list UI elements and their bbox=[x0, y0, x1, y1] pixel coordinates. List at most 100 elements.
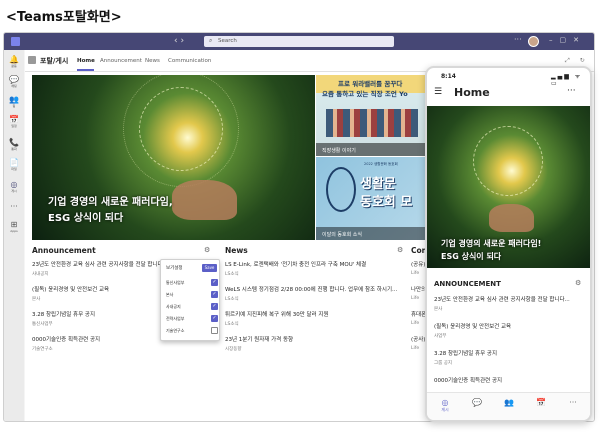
gear-icon[interactable]: ⚙ bbox=[575, 279, 581, 287]
item-title: WeLS 시스템 정기점검 2/28 00:00에 진행 합니다. 업무에 참조… bbox=[225, 287, 398, 293]
list-item[interactable]: 0000기술인증 획득관련 공지 bbox=[434, 376, 584, 387]
nav-portal[interactable]: ◎ 게시 bbox=[435, 398, 455, 413]
chat-icon[interactable]: 💬 bbox=[467, 398, 487, 407]
more-icon[interactable]: ··· bbox=[563, 398, 583, 407]
item-meta: LS소식 bbox=[225, 297, 239, 302]
list-item[interactable]: 3.28 창립기념일 휴무 공지그룹 공지 bbox=[434, 349, 584, 366]
rail-item-Apps[interactable]: ⊞ Apps bbox=[4, 220, 24, 233]
side-banner-club[interactable]: 2022 생활문화 동호회 생활문 동호회 모 이달의 동호회 소식 bbox=[316, 157, 428, 240]
people-illustration bbox=[326, 109, 418, 137]
filter-option-label: 사내공지 bbox=[166, 304, 181, 309]
filter-option[interactable]: 사내공지 ✓ bbox=[166, 303, 218, 310]
item-title: 3.28 창립기념일 휴무 공지 bbox=[434, 351, 498, 357]
phone-bottom-nav: ◎ 게시 💬 👥 📅 ··· bbox=[427, 392, 590, 420]
phone-title: Home bbox=[454, 86, 490, 99]
phone-header: ☰ Home ··· bbox=[427, 84, 590, 104]
rail-item-파일[interactable]: 📄 파일 bbox=[4, 158, 24, 171]
rail-item-label: 팀 bbox=[12, 104, 16, 108]
save-button[interactable]: Save bbox=[202, 264, 217, 272]
item-meta: 그룹 공지 bbox=[434, 361, 452, 366]
rail-item-채팅[interactable]: 💬 채팅 bbox=[4, 75, 24, 88]
side-banner-big1: 생활문 bbox=[360, 177, 396, 192]
phone-hero-line1: 기업 경영의 새로운 패러다임! bbox=[441, 239, 542, 248]
checkbox[interactable]: ✓ bbox=[211, 291, 218, 298]
bell-icon: 🔔 bbox=[9, 55, 19, 64]
tab-news[interactable]: News bbox=[145, 58, 160, 64]
nav-portal-label: 게시 bbox=[441, 407, 449, 412]
side-banner-big2: 동호회 모 bbox=[360, 195, 413, 210]
phone-status-bar: 8:14 ▂▄▆ ᯤ ▭ bbox=[427, 68, 590, 87]
teams-icon[interactable]: 👥 bbox=[499, 398, 519, 407]
list-item[interactable]: (필독) 윤리경영 및 안전보건 교육사업부 bbox=[434, 322, 584, 339]
rail-item-활동[interactable]: 🔔 활동 bbox=[4, 55, 24, 68]
item-title: 튀르키예 지진피해 복구 위해 30만 달러 지원 bbox=[225, 312, 329, 318]
list-item[interactable]: WeLS 시스템 정기점검 2/28 00:00에 진행 합니다. 업무에 참조… bbox=[225, 285, 410, 302]
rail-item-label: 파일 bbox=[11, 167, 17, 171]
item-meta: 사업부 bbox=[434, 334, 447, 339]
rail-item-일정[interactable]: 📅 일정 bbox=[4, 115, 24, 128]
rail-item-label: 게시 bbox=[11, 189, 17, 193]
side-banner-caption: 이달의 동호회 소식 bbox=[316, 227, 428, 240]
list-item[interactable]: 23년도 안전환경 교육 심사 관련 공지사항을 전달 합니다... 본사 bbox=[434, 295, 584, 312]
phone-icon: 📞 bbox=[9, 138, 19, 147]
tab-communication[interactable]: Communication bbox=[168, 58, 211, 64]
checkbox[interactable] bbox=[211, 327, 218, 334]
news-card: News ⚙ LS E-Link, 로젠택배와 '전기차 충전 인프라 구축 M… bbox=[225, 246, 410, 406]
list-item[interactable]: 튀르키예 지진피해 복구 위해 30만 달러 지원 LS소식 bbox=[225, 310, 410, 327]
search-placeholder: Search bbox=[218, 38, 237, 44]
rail-item-게시[interactable]: ◎ 게시 bbox=[4, 180, 24, 193]
filter-option[interactable]: 통신사업부 ✓ bbox=[166, 279, 218, 286]
side-banner-worklife[interactable]: 프로 워라밸러를 꿈꾸다 요즘 통하고 있는 직장 조언 Yo 직장생활 이야기 bbox=[316, 75, 428, 156]
phone-announcement-heading: ANNOUNCEMENT bbox=[434, 280, 501, 288]
rail-item-more-icon[interactable]: ··· bbox=[4, 202, 24, 211]
tab-home[interactable]: Home bbox=[77, 58, 95, 64]
avatar[interactable] bbox=[528, 36, 539, 47]
checkbox[interactable]: ✓ bbox=[211, 279, 218, 286]
window-controls[interactable]: –▢✕ bbox=[549, 36, 586, 44]
filter-option[interactable]: 기술연구소 bbox=[166, 327, 218, 334]
announcement-heading: Announcement bbox=[32, 246, 96, 255]
nav-arrows[interactable]: ‹ › bbox=[174, 36, 184, 46]
filter-option[interactable]: 전략사업부 ✓ bbox=[166, 315, 218, 322]
tab-announcement[interactable]: Announcement bbox=[100, 58, 142, 64]
list-item[interactable]: LS E-Link, 로젠택배와 '전기차 충전 인프라 구축 MOU' 체결 L… bbox=[225, 260, 410, 277]
rail-item-label: Apps bbox=[10, 229, 18, 233]
hamburger-menu-icon[interactable]: ☰ bbox=[434, 87, 442, 97]
rail-item-통화[interactable]: 📞 통화 bbox=[4, 138, 24, 151]
side-banner-caption: 직장생활 이야기 bbox=[316, 143, 428, 156]
bicycle-illustration bbox=[326, 167, 356, 212]
side-banner-small-text: 2022 생활문화 동호회 bbox=[364, 162, 398, 166]
gear-icon[interactable]: ⚙ bbox=[204, 246, 210, 254]
item-title: (필독) 윤리경영 및 안전보건 교육 bbox=[434, 324, 512, 330]
checkbox[interactable]: ✓ bbox=[211, 303, 218, 310]
page-heading: <Teams포탈화면> bbox=[6, 10, 122, 25]
channel-title: 포탈/게시 bbox=[40, 57, 69, 65]
rail-item-label: 채팅 bbox=[11, 84, 17, 88]
phone-hero-banner[interactable]: 기업 경영의 새로운 패러다임! ESG 상식이 되다 bbox=[427, 106, 590, 268]
teams-logo-icon bbox=[11, 37, 20, 46]
gear-icon[interactable]: ⚙ bbox=[397, 246, 403, 254]
checkbox[interactable]: ✓ bbox=[211, 315, 218, 322]
list-item[interactable]: 23년 1분기 원자재 가격 동향 시장동향 bbox=[225, 335, 410, 352]
rail-item-팀[interactable]: 👥 팀 bbox=[4, 95, 24, 108]
mobile-phone-frame: 8:14 ▂▄▆ ᯤ ▭ ☰ Home ··· 기업 경영의 새로운 패러다임!… bbox=[425, 66, 592, 422]
channel-icon bbox=[28, 56, 36, 64]
filter-option[interactable]: 본사 ✓ bbox=[166, 291, 218, 298]
lightbulb-icon bbox=[139, 87, 223, 171]
item-meta: 본사 bbox=[434, 307, 443, 312]
calendar-icon: 📅 bbox=[9, 115, 19, 124]
app-rail: 🔔 활동 💬 채팅 👥 팀 📅 일정 📞 통화 📄 파일 ◎ 게시 ··· ⊞ Apps bbox=[4, 50, 24, 421]
news-heading: News bbox=[225, 246, 248, 255]
calendar-icon[interactable]: 📅 bbox=[531, 398, 551, 407]
hero-banner[interactable]: 기업 경영의 새로운 패러다임, ESG 상식이 되다 bbox=[32, 75, 315, 240]
item-title: LS E-Link, 로젠택배와 '전기차 충전 인프라 구축 MOU' 체결 bbox=[225, 262, 367, 268]
apps-icon: ⊞ bbox=[10, 220, 18, 229]
more-options-icon[interactable]: ··· bbox=[567, 86, 576, 96]
teams-icon: 👥 bbox=[9, 95, 19, 104]
search-box[interactable]: ⌕ Search bbox=[204, 36, 394, 47]
portal-icon: ◎ bbox=[10, 180, 18, 189]
more-icon: ··· bbox=[10, 202, 18, 211]
side-banner-title2: 요즘 통하고 있는 직장 조언 Yo bbox=[322, 90, 408, 98]
more-options-icon[interactable]: ··· bbox=[514, 35, 522, 44]
rail-item-label: 일정 bbox=[11, 124, 17, 128]
